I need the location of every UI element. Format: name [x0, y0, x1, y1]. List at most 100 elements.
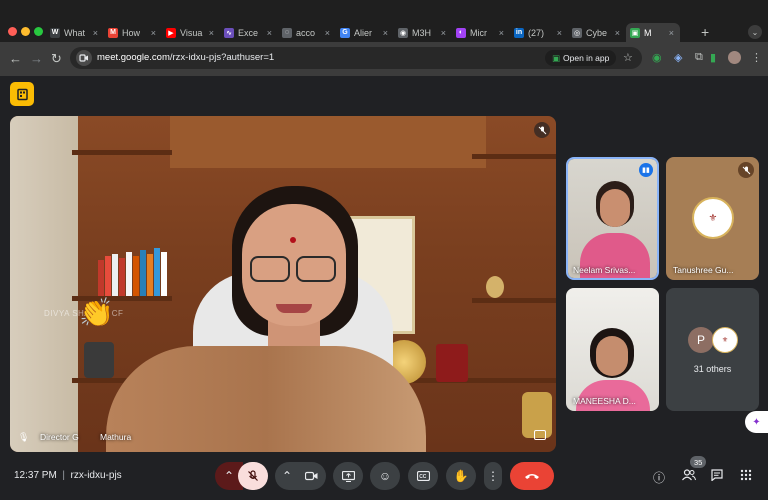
browser-tab[interactable]: in (27) ×	[510, 23, 568, 42]
url-path: /rzx-idxu-pjs?authuser=1	[169, 52, 275, 63]
organization-logo: ⚜	[692, 197, 734, 239]
office-wall	[10, 116, 78, 452]
mic-off-icon: 🎙	[18, 432, 30, 442]
captions-button[interactable]: CC	[408, 462, 438, 490]
tab-label: Micr	[470, 27, 487, 38]
raise-hand-icon: ✋	[453, 469, 469, 483]
speaking-indicator-icon: ▮▮	[639, 163, 653, 177]
browser-tab[interactable]: ◎ Cybe ×	[568, 23, 626, 42]
url-text[interactable]: meet.google.com/rzx-idxu-pjs?authuser=1	[97, 52, 274, 63]
tab-favicon-icon: in	[514, 27, 524, 38]
raise-hand-button[interactable]: ✋	[446, 462, 476, 490]
tab-label: How	[122, 27, 141, 38]
captions-icon: CC	[416, 471, 430, 481]
participant-tile[interactable]	[566, 288, 659, 411]
tab-close-icon[interactable]: ×	[557, 28, 562, 38]
tab-favicon-icon: ▣	[630, 27, 640, 38]
extension-icon[interactable]: ◉	[652, 51, 662, 64]
mic-off-icon	[248, 470, 258, 481]
tab-close-icon[interactable]: ×	[93, 28, 98, 38]
people-count-badge: 35	[690, 456, 707, 468]
minimize-window-dot[interactable]	[21, 27, 30, 36]
forward-arrow-icon[interactable]: →	[30, 51, 43, 66]
browser-tab[interactable]: M How ×	[104, 23, 162, 42]
speaker-body	[106, 346, 426, 452]
others-count: 31 others	[693, 364, 732, 374]
tab-search-button[interactable]: ⌄	[748, 25, 762, 39]
tab-favicon-icon: ◎	[572, 27, 582, 38]
browser-tab[interactable]: ◐ Micr ×	[452, 23, 510, 42]
speaker-smile	[276, 304, 312, 313]
site-info-icon[interactable]	[76, 50, 92, 66]
browser-tab[interactable]: ▣ M ×	[626, 23, 680, 42]
camera-toggle-button[interactable]	[296, 462, 326, 490]
chevron-up-icon: ⌃	[281, 469, 293, 483]
participant-name: MANEESHA D...	[573, 396, 636, 406]
people-icon[interactable]	[682, 469, 696, 484]
chat-icon[interactable]	[711, 469, 723, 484]
browser-tab[interactable]: W What ×	[46, 23, 104, 42]
glasses-left	[250, 256, 290, 282]
end-call-icon	[525, 474, 539, 479]
tab-favicon-icon: ◉	[398, 27, 408, 38]
url-host: meet.google.com	[97, 52, 170, 63]
browser-tab[interactable]: ◌ acco ×	[278, 23, 336, 42]
main-speaker-tile[interactable]: DIVYA SHARMA CF	[10, 116, 556, 452]
tab-close-icon[interactable]: ×	[669, 28, 674, 38]
expand-tile-icon[interactable]	[534, 430, 546, 440]
books	[98, 244, 174, 296]
extensions-puzzle-icon[interactable]: ⧉	[695, 51, 703, 64]
emoji-reaction-button[interactable]: ☺	[370, 462, 400, 490]
activities-icon[interactable]	[10, 82, 34, 106]
apps-grid-icon[interactable]	[740, 469, 752, 484]
chrome-menu-icon[interactable]: ⋮	[751, 51, 762, 64]
tab-close-icon[interactable]: ×	[151, 28, 156, 38]
close-window-dot[interactable]	[8, 27, 17, 36]
shelf	[72, 150, 172, 155]
bookmark-star-icon[interactable]: ☆	[623, 51, 633, 64]
tab-label: acco	[296, 27, 316, 38]
tab-label: Exce	[238, 27, 259, 38]
others-tile[interactable]	[666, 288, 759, 411]
tab-close-icon[interactable]: ×	[383, 28, 388, 38]
tab-favicon-icon: ◌	[282, 27, 292, 38]
participant-name: Neelam Srivas...	[573, 265, 636, 275]
reload-icon[interactable]: ↻	[51, 51, 62, 67]
tab-close-icon[interactable]: ×	[615, 28, 620, 38]
tab-close-icon[interactable]: ×	[441, 28, 446, 38]
present-button[interactable]	[333, 462, 363, 490]
meet-app-icon: ▣	[552, 52, 561, 63]
shelf	[472, 154, 556, 159]
leave-call-button[interactable]	[510, 462, 554, 490]
extension-icon[interactable]: ◈	[674, 51, 682, 64]
tab-close-icon[interactable]: ×	[209, 28, 214, 38]
tab-close-icon[interactable]: ×	[325, 28, 330, 38]
browser-tab[interactable]: ◉ M3H ×	[394, 23, 452, 42]
shelf	[472, 298, 556, 303]
gemini-icon[interactable]: ✦	[745, 411, 768, 433]
more-options-icon: ⋮	[487, 469, 499, 483]
browser-tab[interactable]: ∿ Exce ×	[220, 23, 278, 42]
trophy	[486, 276, 504, 298]
mic-toggle-button[interactable]	[238, 462, 268, 490]
tab-close-icon[interactable]: ×	[499, 28, 504, 38]
avatar: ⚜	[712, 327, 738, 353]
tab-close-icon[interactable]: ×	[267, 28, 272, 38]
participant-name: Tanushree Gu...	[673, 265, 734, 275]
award-frame	[436, 344, 468, 382]
avatar: P	[688, 327, 714, 353]
meeting-time-code: 12:37 PM | rzx-idxu-pjs	[14, 470, 122, 481]
back-arrow-icon[interactable]: ←	[9, 51, 22, 66]
new-tab-button[interactable]: +	[701, 24, 709, 40]
maximize-window-dot[interactable]	[34, 27, 43, 36]
more-options-button[interactable]: ⋮	[484, 462, 502, 490]
browser-tab[interactable]: G Alier ×	[336, 23, 394, 42]
profile-avatar[interactable]	[728, 51, 741, 64]
present-screen-icon	[341, 470, 355, 482]
extension-icon[interactable]: ▮	[710, 51, 716, 64]
browser-tab[interactable]: ▶ Visua ×	[162, 23, 220, 42]
tab-label: Visua	[180, 27, 203, 38]
info-icon[interactable]: ⓘ	[653, 469, 665, 486]
tab-favicon-icon: ∿	[224, 27, 234, 38]
open-in-app-button[interactable]: ▣ Open in app	[545, 50, 617, 66]
